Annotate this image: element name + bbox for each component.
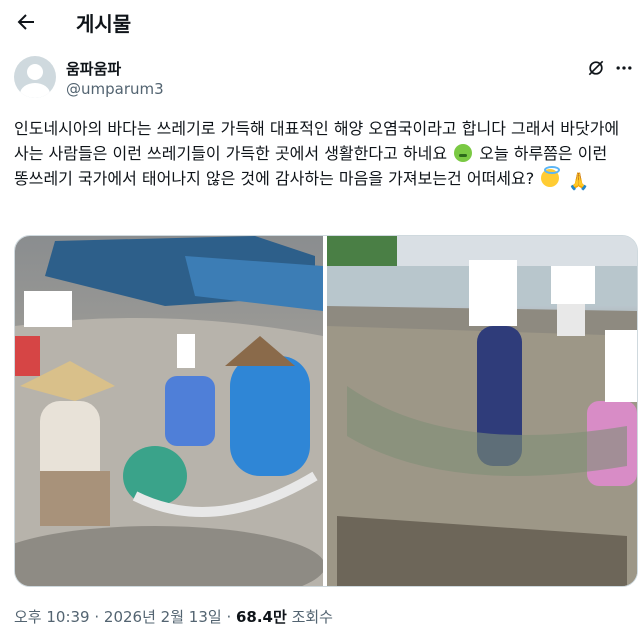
censor-box bbox=[605, 330, 637, 402]
censor-box bbox=[177, 334, 195, 368]
media-grid[interactable] bbox=[14, 235, 638, 587]
tweet-time[interactable]: 오후 10:39 bbox=[14, 608, 90, 626]
meta-separator: · bbox=[221, 608, 236, 626]
photo-left-drawing bbox=[15, 236, 325, 586]
grok-icon[interactable] bbox=[586, 58, 606, 78]
nauseated-face-emoji bbox=[454, 144, 473, 162]
page-title: 게시물 bbox=[76, 12, 132, 36]
top-bar: 게시물 bbox=[0, 0, 643, 44]
author-handle[interactable]: @umparum3 bbox=[66, 80, 164, 98]
photo-beach-workers[interactable] bbox=[15, 236, 325, 586]
folded-hands-emoji: 🙏 bbox=[568, 172, 590, 192]
views-count[interactable]: 68.4만 bbox=[236, 608, 287, 626]
tweet-text: 인도네시아의 바다는 쓰레기로 가득해 대표적인 해양 오염국이라고 합니다 그… bbox=[14, 116, 632, 195]
smiling-halo-emoji bbox=[541, 166, 561, 187]
more-icon[interactable] bbox=[614, 58, 634, 78]
views-label: 조회수 bbox=[286, 608, 333, 626]
censor-box bbox=[551, 266, 595, 304]
meta-separator: · bbox=[89, 608, 104, 626]
avatar-icon bbox=[20, 64, 50, 98]
author-name[interactable]: 움파움파 bbox=[66, 58, 121, 79]
censor-box bbox=[469, 260, 517, 326]
avatar[interactable] bbox=[14, 56, 56, 98]
tweet-date[interactable]: 2026년 2월 13일 bbox=[104, 608, 222, 626]
censor-box bbox=[24, 291, 72, 327]
photo-trash-shore[interactable] bbox=[327, 236, 637, 586]
back-arrow-icon[interactable] bbox=[14, 10, 38, 34]
tweet-meta: 오후 10:39 · 2026년 2월 13일 · 68.4만 조회수 bbox=[14, 606, 333, 627]
